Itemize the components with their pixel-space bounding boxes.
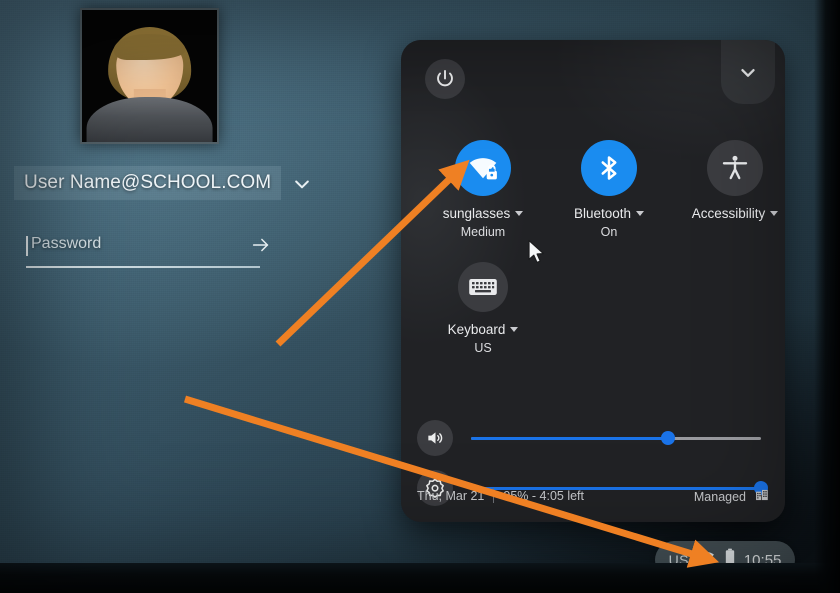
password-underline [26,266,260,268]
status-left-group: Thu, Mar 21 95% - 4:05 left [417,488,584,503]
tile-bluetooth[interactable]: Bluetooth On [553,140,665,239]
collapse-button[interactable] [721,40,775,104]
volume-slider-track[interactable] [471,431,761,445]
arrow-right-icon[interactable] [250,234,272,256]
wifi-locked-icon[interactable] [455,140,511,196]
managed-label: Managed [693,489,746,504]
tile-keyboard-label-row: Keyboard [427,322,539,337]
avatar-image [82,10,217,142]
chevron-down-icon[interactable] [636,211,645,216]
avatar-fringe [113,33,186,61]
power-button[interactable] [425,59,465,99]
tile-bluetooth-label-row: Bluetooth [553,206,665,221]
quick-settings-panel: sunglasses Medium Bluetooth On Accessibi… [401,40,785,522]
volume-slider-thumb[interactable] [661,431,676,445]
tile-accessibility-label: Accessibility [691,206,766,221]
chevron-down-icon[interactable] [515,211,524,216]
tile-network[interactable]: sunglasses Medium [427,140,539,239]
mouse-cursor [528,239,544,264]
tile-network-label-row: sunglasses [427,206,539,221]
avatar-shirt [86,97,213,142]
tile-accessibility-label-row: Accessibility [679,206,785,221]
tile-keyboard-sublabel: US [474,341,492,355]
enterprise-building-icon[interactable] [755,488,769,505]
laptop-bezel-right [814,0,840,593]
text-caret [26,236,28,256]
chevron-down-icon[interactable] [292,174,312,194]
tile-keyboard-label: Keyboard [447,322,506,337]
laptop-bezel-bottom [0,563,840,593]
accessibility-person-icon[interactable] [707,140,763,196]
volume-up-icon[interactable] [417,420,453,456]
tile-network-label: sunglasses [442,206,511,221]
volume-slider-row[interactable] [417,416,771,460]
keyboard-icon[interactable] [458,262,508,312]
status-separator [493,488,495,503]
tile-network-sublabel: Medium [460,225,506,239]
username-chip[interactable]: User Name@SCHOOL.COM [14,166,282,200]
bluetooth-icon[interactable] [581,140,637,196]
volume-track-fill [471,437,669,440]
password-field[interactable]: Password [26,232,269,268]
tile-bluetooth-sublabel: On [600,225,618,239]
avatar[interactable] [80,8,219,144]
battery-status-label[interactable]: 95% - 4:05 left [503,489,584,503]
tile-accessibility[interactable]: Accessibility [679,140,785,225]
tile-bluetooth-label: Bluetooth [573,206,632,221]
tile-keyboard[interactable]: Keyboard US [427,262,539,355]
chevron-down-icon[interactable] [510,327,519,332]
chevron-down-icon[interactable] [770,211,779,216]
user-selector-row[interactable]: User Name@SCHOOL.COM [14,166,309,202]
password-placeholder: Password [31,235,102,252]
date-label[interactable]: Thu, Mar 21 [417,489,484,503]
username-label: User Name@SCHOOL.COM [24,172,272,193]
quick-settings-status-bar: Thu, Mar 21 95% - 4:05 left Managed [401,476,785,522]
status-right-group[interactable]: Managed [694,488,769,505]
